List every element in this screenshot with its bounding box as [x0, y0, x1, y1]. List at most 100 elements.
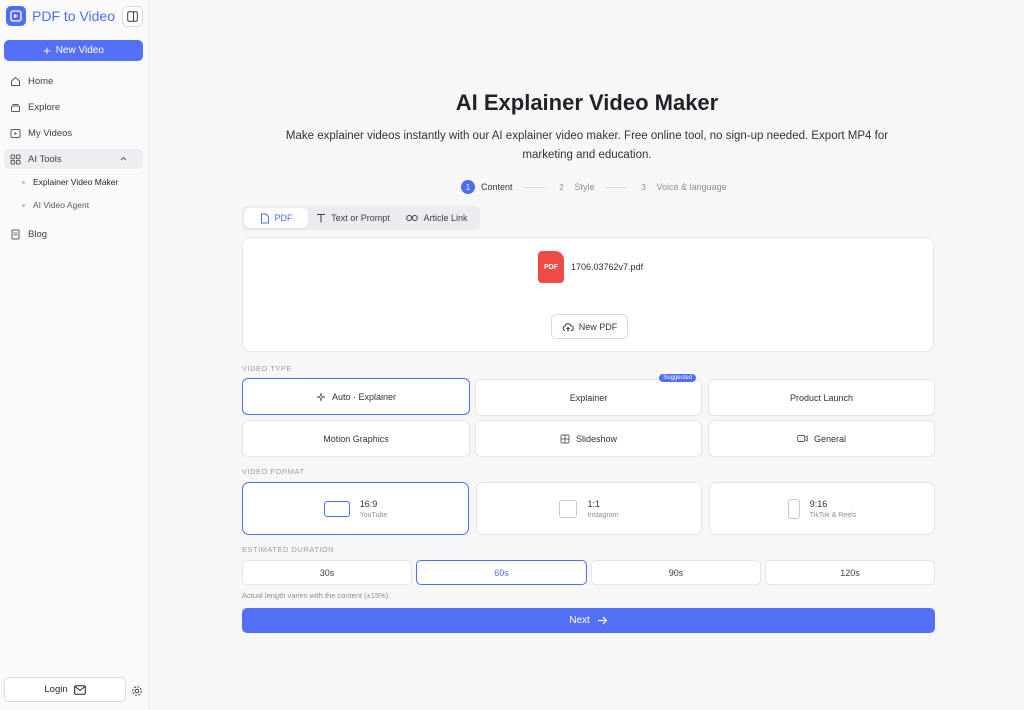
sidebar-subitem-ai-video-agent[interactable]: AI Video Agent [22, 200, 89, 210]
home-icon [11, 76, 20, 86]
next-button[interactable]: Next [242, 608, 935, 633]
tab-article-link[interactable]: Article Link [398, 208, 476, 228]
format-platform: YouTube [359, 511, 388, 519]
page-title: AI Explainer Video Maker [455, 90, 719, 115]
step-label: Style [574, 182, 595, 192]
app-name: PDF to Video [32, 8, 116, 24]
sidebar-subitem-label: AI Video Agent [33, 200, 90, 210]
new-video-label: New Video [55, 45, 104, 56]
sidebar-item-label: My Videos [28, 127, 73, 139]
gear-icon [132, 686, 142, 696]
grid-icon [10, 154, 21, 164]
bullet-dot [22, 203, 25, 207]
video-type-motion-graphics[interactable]: Motion Graphics [242, 420, 470, 457]
sidebar-item-label: Home [28, 75, 54, 87]
portrait-ratio-icon [787, 498, 800, 519]
link-icon [406, 215, 419, 221]
pdf-file-icon: PDF [538, 251, 564, 283]
duration-90s[interactable]: 90s [591, 560, 761, 585]
brand[interactable]: PDF to Video [6, 6, 115, 26]
collapse-sidebar-button[interactable] [122, 6, 143, 27]
mail-icon [73, 684, 86, 695]
chevron-up-icon [120, 156, 127, 161]
new-video-button[interactable]: + New Video [4, 40, 143, 61]
sidebar-item-label: AI Tools [28, 153, 62, 165]
bullet-dot [22, 180, 25, 184]
sidebar-item-my-videos[interactable]: My Videos [4, 123, 143, 143]
sidebar-item-explore[interactable]: Explore [4, 97, 143, 117]
sidebar-toggle-icon [127, 11, 138, 22]
slideshow-icon [560, 434, 570, 443]
stepper: 1 Content 2 Style 3 Voice & language [461, 180, 727, 194]
tab-label: PDF [274, 213, 293, 223]
format-ratio: 16:9 [359, 498, 378, 509]
landscape-ratio-icon [323, 500, 350, 517]
new-pdf-button[interactable]: New PDF [551, 314, 628, 339]
tab-label: Text or Prompt [331, 213, 390, 223]
login-button[interactable]: Login [4, 677, 126, 702]
next-label: Next [569, 615, 590, 626]
sidebar-item-home[interactable]: Home [4, 71, 143, 91]
format-platform: TikTok & Reels [809, 511, 857, 519]
plus-icon: + [43, 42, 51, 58]
option-label: Slideshow [575, 433, 618, 444]
camera-icon [797, 435, 808, 442]
option-label: Explainer [569, 392, 608, 403]
cloud-upload-icon [562, 322, 574, 331]
settings-button[interactable] [131, 684, 143, 702]
option-label: Auto · Explainer [331, 391, 397, 402]
arrow-right-icon [597, 616, 608, 625]
file-name: 1706.03762v7.pdf [571, 262, 644, 272]
duration-30s[interactable]: 30s [242, 560, 412, 585]
page-subtitle: Make explainer videos instantly with our… [285, 130, 889, 161]
sparkle-icon [316, 392, 326, 401]
sidebar-item-label: Explore [28, 101, 61, 113]
video-format-label: VIDEO FORMAT [242, 467, 305, 476]
format-1-1[interactable]: 1:1 Instagram [476, 482, 702, 535]
step-divider [522, 186, 545, 188]
video-type-explainer[interactable]: Suggested Explainer [475, 374, 702, 416]
document-icon [11, 229, 20, 239]
upload-card: PDF 1706.03762v7.pdf New PDF [242, 237, 934, 352]
tab-text-or-prompt[interactable]: Text or Prompt [308, 208, 398, 228]
sidebar: PDF to Video + New Video Home Explore My… [0, 0, 149, 710]
duration-60s[interactable]: 60s [416, 560, 587, 585]
video-icon [10, 128, 21, 138]
step-content[interactable]: 1 Content [461, 180, 513, 194]
video-type-label: VIDEO TYPE [242, 364, 292, 373]
video-type-product-launch[interactable]: Product Launch [708, 379, 935, 416]
step-number: 2 [559, 182, 564, 192]
square-ratio-icon [559, 499, 578, 518]
sidebar-item-blog[interactable]: Blog [4, 224, 143, 244]
pdf-file-icon [260, 213, 269, 223]
tab-label: Article Link [423, 213, 468, 223]
video-type-slideshow[interactable]: Slideshow [475, 420, 702, 457]
option-label: General [813, 433, 847, 444]
format-16-9[interactable]: 16:9 YouTube [242, 482, 469, 535]
format-9-16[interactable]: 9:16 TikTok & Reels [709, 482, 935, 535]
sidebar-subitem-explainer-video-maker[interactable]: Explainer Video Maker [22, 177, 118, 187]
sidebar-item-label: Blog [28, 228, 48, 240]
sidebar-subitem-label: Explainer Video Maker [33, 177, 119, 187]
step-divider [604, 186, 627, 188]
sidebar-item-ai-tools[interactable]: AI Tools [4, 149, 143, 169]
stack-icon [11, 103, 20, 112]
new-pdf-label: New PDF [578, 321, 618, 332]
step-voice-language[interactable]: 3 Voice & language [637, 180, 726, 194]
option-label: Product Launch [789, 392, 854, 403]
format-ratio: 9:16 [809, 498, 828, 509]
duration-120s[interactable]: 120s [765, 560, 935, 585]
video-type-general[interactable]: General [708, 420, 935, 457]
suggested-badge: Suggested [659, 374, 696, 382]
login-label: Login [44, 684, 68, 695]
format-ratio: 1:1 [587, 498, 600, 509]
video-type-auto-explainer[interactable]: Auto · Explainer [242, 378, 470, 415]
option-label: Motion Graphics [323, 433, 389, 444]
step-label: Content [481, 182, 513, 192]
app-logo-icon [6, 6, 26, 26]
format-platform: Instagram [587, 511, 619, 519]
step-number: 3 [641, 182, 646, 192]
step-number: 1 [461, 180, 475, 194]
step-style[interactable]: 2 Style [555, 180, 595, 194]
tab-pdf[interactable]: PDF [244, 208, 308, 228]
